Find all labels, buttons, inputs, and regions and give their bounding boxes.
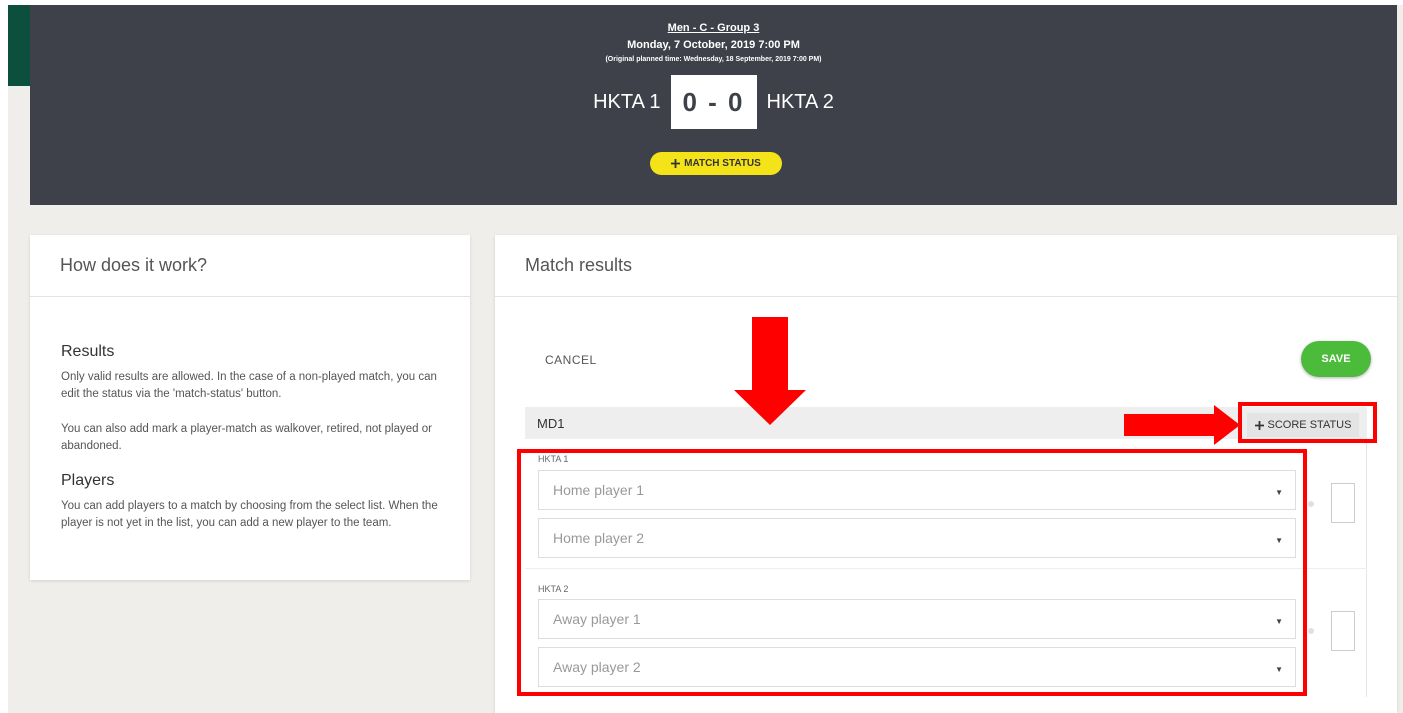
save-button[interactable]: SAVE [1301, 341, 1371, 377]
help-card: How does it work? Results Only valid res… [30, 235, 470, 580]
caret-down-icon: ▼ [1275, 617, 1283, 626]
original-planned-time: (Original planned time: Wednesday, 18 Se… [605, 56, 822, 63]
match-code: MD1 [537, 415, 565, 431]
match-status-button[interactable]: MATCH STATUS [650, 152, 782, 175]
home-team-label: HKTA 1 [538, 454, 569, 464]
away-team-label: HKTA 2 [538, 584, 569, 594]
home-score-input[interactable] [1331, 483, 1355, 523]
plus-icon [1254, 420, 1264, 430]
away-player-1-placeholder: Away player 1 [553, 611, 641, 627]
match-date: Monday, 7 October, 2019 7:00 PM [627, 39, 800, 51]
score-display: 0 - 0 [670, 75, 757, 129]
home-player-1-placeholder: Home player 1 [553, 482, 645, 498]
caret-down-icon: ▼ [1275, 665, 1283, 674]
players-heading: Players [61, 472, 115, 489]
home-team-name: HKTA 1 [593, 90, 661, 113]
away-score-input[interactable] [1331, 611, 1355, 651]
score-status-button[interactable]: SCORE STATUS [1247, 413, 1359, 437]
home-player-1-select[interactable]: Home player 1 ▼ [538, 470, 1296, 510]
round-link-text[interactable]: Men - C - Group 3 [668, 22, 760, 34]
brand-accent [8, 0, 30, 86]
home-player-2-placeholder: Home player 2 [553, 530, 645, 546]
results-text: Only valid results are allowed. In the c… [61, 371, 437, 400]
away-player-1-select[interactable]: Away player 1 ▼ [538, 599, 1296, 639]
cancel-button[interactable]: CANCEL [545, 353, 597, 367]
match-header: Men - C - Group 3 Monday, 7 October, 201… [30, 5, 1397, 205]
results-heading: Results [61, 343, 115, 360]
match-status-label: MATCH STATUS [684, 158, 761, 169]
plus-icon [671, 159, 681, 168]
match-results-card: Match results CANCEL SAVE MD1 SCORE STAT… [495, 235, 1397, 713]
round-link[interactable]: Men - C - Group 3 [30, 22, 1397, 34]
players-text: You can add players to a match by choosi… [61, 500, 438, 529]
match-code-bar: MD1 [525, 407, 1367, 439]
score-status-label: SCORE STATUS [1267, 419, 1352, 431]
home-score-dot [1308, 501, 1314, 507]
home-player-2-select[interactable]: Home player 2 ▼ [538, 518, 1296, 558]
score-row: HKTA 1 0 - 0 HKTA 2 [30, 75, 1397, 129]
away-player-2-placeholder: Away player 2 [553, 659, 641, 675]
page-left-margin [0, 0, 8, 713]
results-text-2: You can also add mark a player-match as … [61, 423, 432, 452]
help-card-title: How does it work? [30, 235, 470, 297]
away-score-dot [1308, 628, 1314, 634]
away-team-name: HKTA 2 [766, 90, 834, 113]
caret-down-icon: ▼ [1275, 488, 1283, 497]
caret-down-icon: ▼ [1275, 536, 1283, 545]
match-results-title: Match results [495, 235, 1397, 297]
away-player-2-select[interactable]: Away player 2 ▼ [538, 647, 1296, 687]
team-divider [525, 568, 1367, 569]
